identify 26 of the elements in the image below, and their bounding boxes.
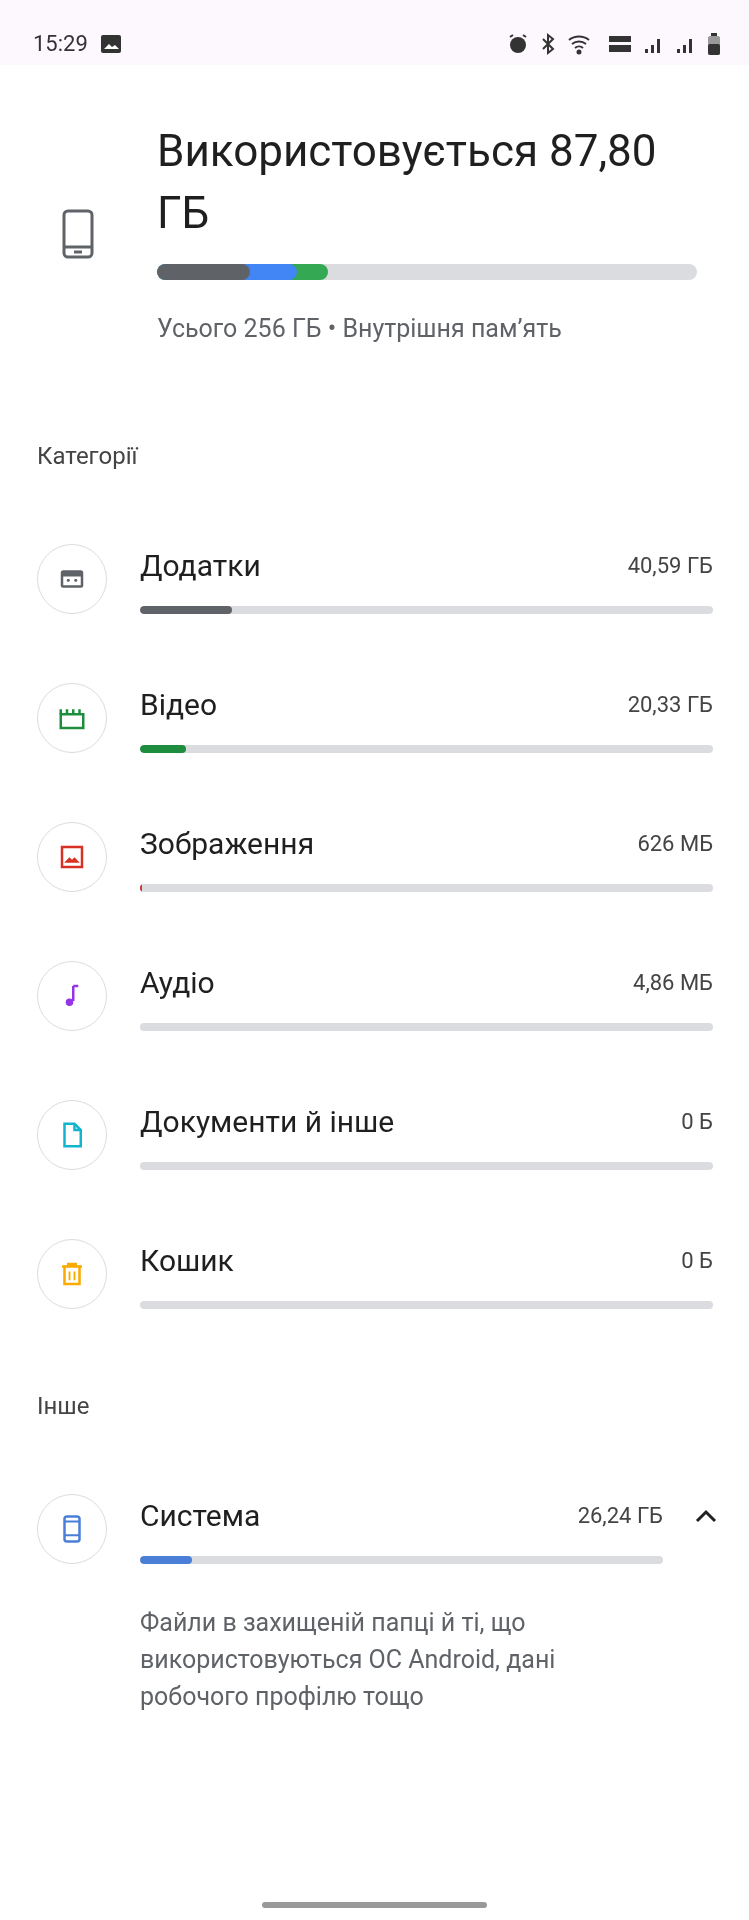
category-name[interactable]: Відео bbox=[140, 682, 218, 727]
chevron-up-icon bbox=[694, 1507, 718, 1524]
section-header: Категорії bbox=[36, 440, 140, 472]
category-size: 0 Б bbox=[681, 1247, 713, 1275]
category-size: 20,33 ГБ bbox=[627, 691, 713, 719]
category-description: Файли в захищеній папці й ті, що використовуються ОС Android, дані робочого профілю тощо bbox=[140, 1606, 557, 1713]
category-size: 626 МБ bbox=[637, 830, 713, 858]
battery-icon bbox=[707, 31, 721, 56]
storage-subtitle: Усього 256 ГБ • Внутрішня пам’ять bbox=[157, 313, 563, 345]
image-icon bbox=[99, 33, 122, 54]
category-name[interactable]: Кошик bbox=[140, 1238, 234, 1283]
category-size: 40,59 ГБ bbox=[627, 552, 713, 580]
category-size: 26,24 ГБ bbox=[577, 1502, 663, 1530]
category-name[interactable]: Аудіо bbox=[140, 960, 215, 1005]
clock: 15:29 bbox=[33, 30, 88, 58]
category-name[interactable]: Додатки bbox=[140, 543, 261, 588]
bluetooth-icon bbox=[539, 31, 557, 56]
category-name[interactable]: Система bbox=[140, 1493, 261, 1538]
section-header: Інше bbox=[36, 1390, 91, 1422]
phone-icon bbox=[62, 208, 94, 259]
category-name[interactable]: Документи й інше bbox=[140, 1099, 395, 1144]
category-name[interactable]: Зображення bbox=[140, 821, 315, 866]
storage-used-title: Використовується 87,80 ГБ bbox=[157, 124, 658, 241]
alarm-icon bbox=[507, 32, 529, 55]
category-size: 0 Б bbox=[681, 1108, 713, 1136]
category-size: 4,86 МБ bbox=[633, 969, 713, 997]
